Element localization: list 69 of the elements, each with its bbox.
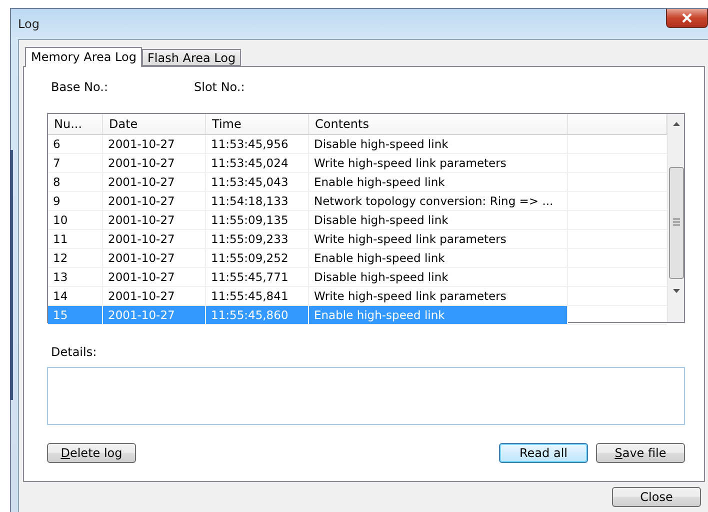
column-header[interactable]: Date (103, 114, 206, 134)
table-cell: 11:54:18,133 (206, 192, 309, 210)
table-row[interactable]: 10 2001-10-27 11:55:09,135 Disable high-speed link (48, 211, 667, 230)
table-cell: Enable high-speed link (309, 173, 568, 191)
table-cell: 6 (48, 135, 103, 153)
table-cell: Disable high-speed link (309, 268, 568, 286)
table-row[interactable]: 9 2001-10-27 11:54:18,133 Network topology conversion: Ring => ... (48, 192, 667, 211)
table-cell: 2001-10-27 (103, 154, 206, 172)
table-cell: 15 (48, 306, 103, 324)
table-cell: 11:53:45,024 (206, 154, 309, 172)
table-cell: 11:55:09,252 (206, 249, 309, 267)
table-cell: Disable high-speed link (309, 135, 568, 153)
table-cell: 2001-10-27 (103, 192, 206, 210)
window-title: Log (18, 17, 40, 31)
table-cell: Enable high-speed link (309, 249, 568, 267)
table-cell: Disable high-speed link (309, 211, 568, 229)
action-button[interactable]: Save file (596, 443, 685, 463)
table-row[interactable]: 11 2001-10-27 11:55:09,233 Write high-speed link parameters (48, 230, 667, 249)
table-cell: 11:53:45,043 (206, 173, 309, 191)
table-cell: 2001-10-27 (103, 287, 206, 305)
table-cell: 11:55:09,233 (206, 230, 309, 248)
table-cell: 2001-10-27 (103, 230, 206, 248)
action-button[interactable]: Close (612, 487, 701, 507)
tab[interactable]: Memory Area Log (25, 47, 142, 67)
column-header[interactable]: Time (206, 114, 309, 134)
details-field[interactable] (47, 367, 685, 425)
table-cell: 11:53:45,956 (206, 135, 309, 153)
close-icon (681, 13, 693, 23)
table-cell: 14 (48, 287, 103, 305)
column-header[interactable]: Contents (309, 114, 568, 134)
table-row[interactable]: 7 2001-10-27 11:53:45,024 Write high-speed link parameters (48, 154, 667, 173)
table-cell: Write high-speed link parameters (309, 287, 568, 305)
tab[interactable]: Flash Area Log (142, 49, 241, 66)
table-cell: 8 (48, 173, 103, 191)
scroll-up-icon[interactable] (672, 120, 680, 128)
table-cell: 2001-10-27 (103, 306, 206, 324)
table-cell: Write high-speed link parameters (309, 154, 568, 172)
table-cell: 11 (48, 230, 103, 248)
table-cell: 2001-10-27 (103, 173, 206, 191)
field-label: Slot No.: (194, 80, 246, 94)
table-row[interactable]: 13 2001-10-27 11:55:45,771 Disable high-speed link (48, 268, 667, 287)
table-cell: 2001-10-27 (103, 249, 206, 267)
table-cell: Network topology conversion: Ring => ... (309, 192, 568, 210)
table-cell: 11:55:45,860 (206, 306, 309, 324)
scroll-thumb[interactable] (668, 167, 684, 279)
table-cell: Enable high-speed link (309, 306, 568, 324)
scrollbar[interactable] (667, 114, 684, 322)
table-cell: 11:55:45,771 (206, 268, 309, 286)
table-cell: 11:55:45,841 (206, 287, 309, 305)
table-cell: 2001-10-27 (103, 268, 206, 286)
table-cell: 11:55:09,135 (206, 211, 309, 229)
scroll-down-icon[interactable] (672, 287, 680, 295)
table-row[interactable]: 8 2001-10-27 11:53:45,043 Enable high-speed link (48, 173, 667, 192)
table-cell: 2001-10-27 (103, 135, 206, 153)
table-cell: 13 (48, 268, 103, 286)
field-label: Base No.: (51, 80, 109, 94)
action-button[interactable]: Delete log (47, 443, 136, 463)
table-cell: 7 (48, 154, 103, 172)
action-button[interactable]: Read all (499, 443, 588, 463)
table-cell: Write high-speed link parameters (309, 230, 568, 248)
close-button[interactable] (666, 9, 708, 28)
table-cell: 9 (48, 192, 103, 210)
table-cell: 12 (48, 249, 103, 267)
column-header[interactable]: Nu... (48, 114, 103, 134)
table-cell: 10 (48, 211, 103, 229)
details-label: Details: (50, 345, 98, 359)
table-row[interactable]: 6 2001-10-27 11:53:45,956 Disable high-speed link (48, 135, 667, 154)
table-cell: 2001-10-27 (103, 211, 206, 229)
table-row[interactable]: 12 2001-10-27 11:55:09,252 Enable high-speed link (48, 249, 667, 268)
